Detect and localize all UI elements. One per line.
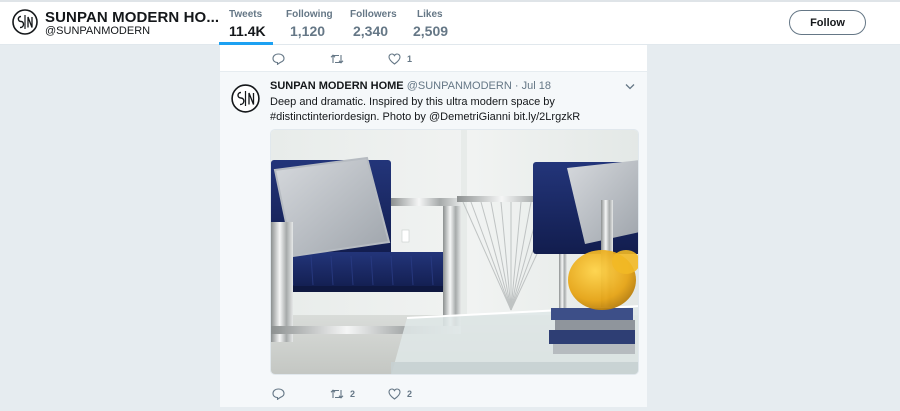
reply-button[interactable] [272,53,285,65]
like-count: 1 [407,54,413,64]
chevron-down-icon[interactable] [625,83,635,90]
stat-value: 1,120 [290,23,326,39]
heart-icon [388,53,401,65]
stat-label: Likes [417,9,443,20]
stat-value: 11.4K [229,23,266,39]
profile-avatar[interactable] [12,9,38,35]
timeline: 1 SUNPAN MODERN HOME @SUNPANMODERN · Jul… [220,45,647,411]
reply-icon [272,388,285,400]
stat-followers[interactable]: Followers 2,340 [350,9,397,39]
tweet-header: SUNPAN MODERN HOME @SUNPANMODERN · Jul 1… [270,80,551,92]
top-divider [0,0,900,2]
follow-button[interactable]: Follow [789,10,866,35]
stat-likes[interactable]: Likes 2,509 [413,9,448,39]
tweet-text-line: #distinctinteriordesign. Photo by @Demet… [270,111,581,123]
stat-value: 2,509 [413,23,449,39]
tweet-timestamp[interactable]: Jul 18 [522,80,551,92]
living-room-photo [271,130,638,374]
retweet-icon [330,389,344,399]
heart-icon [388,388,401,400]
tweet-author-name[interactable]: SUNPAN MODERN HOME [270,80,404,92]
tweet-avatar[interactable] [231,84,260,113]
stat-tweets[interactable]: Tweets 11.4K [229,9,266,39]
previous-tweet-actions: 1 [220,45,647,72]
stat-label: Following [286,9,333,20]
separator-dot: · [514,80,519,92]
stat-label: Followers [350,9,397,20]
like-button[interactable]: 2 [388,388,412,400]
retweet-icon [330,54,344,64]
tweet-text: Deep and dramatic. Inspired by this ultr… [270,95,640,125]
tweet-divider [220,407,647,411]
tweet-actions: 2 2 [220,382,647,406]
profile-name[interactable]: SUNPAN MODERN HO... [45,9,219,26]
like-count: 2 [407,389,413,399]
reply-icon [272,53,285,65]
tweet-photo[interactable] [270,129,639,375]
stat-value: 2,340 [353,23,389,39]
tweet-text-line: Deep and dramatic. Inspired by this ultr… [270,96,555,108]
stat-following[interactable]: Following 1,120 [286,9,333,39]
retweet-count: 2 [350,389,356,399]
profile-nav-bar: SUNPAN MODERN HO... @SUNPANMODERN Tweets… [0,0,900,45]
stat-label: Tweets [229,9,263,20]
tweet[interactable]: SUNPAN MODERN HOME @SUNPANMODERN · Jul 1… [220,72,647,411]
profile-handle[interactable]: @SUNPANMODERN [45,25,150,37]
like-button[interactable]: 1 [388,53,412,65]
retweet-button[interactable]: 2 [330,388,355,400]
reply-button[interactable] [272,388,285,400]
retweet-button[interactable] [330,53,344,65]
tweet-author-handle[interactable]: @SUNPANMODERN [407,80,512,92]
